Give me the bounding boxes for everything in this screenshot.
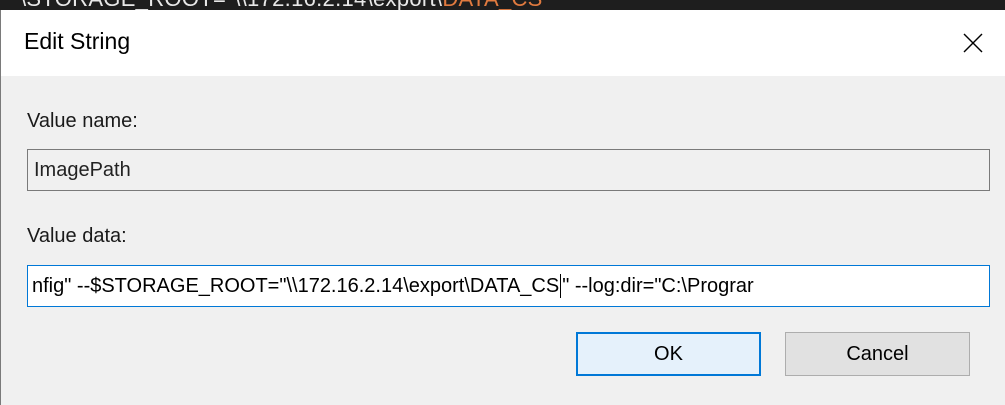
value-data-text-before: nfig" --$STORAGE_ROOT="\\172.16.2.14\exp…	[32, 274, 560, 297]
edit-string-dialog: Edit String Value name: ImagePath Value …	[0, 10, 1005, 405]
dialog-title: Edit String	[24, 28, 131, 54]
background-window-text: \STORAGE_ROOT="\\172.16.2.14\export\DATA…	[20, 0, 543, 10]
close-icon	[963, 33, 983, 53]
value-data-input[interactable]: nfig" --$STORAGE_ROOT="\\172.16.2.14\exp…	[27, 265, 990, 307]
close-button[interactable]	[941, 10, 1005, 76]
value-name-field: ImagePath	[27, 149, 990, 191]
text-caret	[560, 274, 562, 298]
title-bar: Edit String	[1, 10, 1005, 76]
cancel-button[interactable]: Cancel	[785, 332, 970, 376]
background-path-accent: DATA_CS	[442, 0, 542, 10]
value-name-label: Value name:	[27, 110, 138, 132]
value-data-text-after: " --log:dir="C:\Prograr	[562, 274, 754, 297]
background-path-text: \STORAGE_ROOT="\\172.16.2.14\export\	[20, 0, 442, 10]
value-data-label: Value data:	[27, 225, 127, 247]
ok-button[interactable]: OK	[576, 332, 761, 376]
value-name-text: ImagePath	[34, 158, 131, 181]
background-window-strip: \STORAGE_ROOT="\\172.16.2.14\export\DATA…	[0, 0, 1005, 10]
